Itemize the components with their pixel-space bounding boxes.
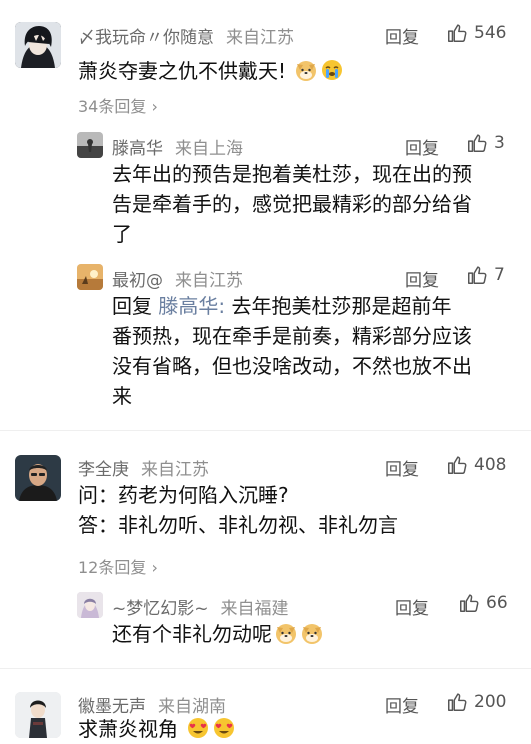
like-count: 66 bbox=[486, 593, 508, 613]
like-count: 408 bbox=[474, 455, 507, 475]
username-text[interactable]: 〆我玩命〃你随意 bbox=[78, 28, 214, 48]
avatar-photo-image bbox=[15, 455, 61, 501]
comment-text-line: 问：药老为何陷入沉睡? bbox=[78, 483, 289, 507]
reply-text-line: 了 bbox=[112, 222, 132, 246]
mentioned-user-link[interactable]: 滕高华: bbox=[158, 294, 225, 318]
avatar-anime-image bbox=[77, 592, 103, 618]
reply-button[interactable]: 回复 bbox=[395, 594, 429, 619]
comment-text: 萧炎夺妻之仇不供戴天! bbox=[78, 56, 344, 86]
more-replies-link[interactable]: 12条回复 › bbox=[78, 554, 158, 578]
thumbs-up-icon bbox=[468, 266, 487, 284]
more-replies-link[interactable]: 34条回复 › bbox=[78, 93, 158, 117]
comment-username[interactable]: 〆我玩命〃你随意 来自江苏 bbox=[78, 23, 294, 48]
comment-username[interactable]: 李全庚 来自江苏 bbox=[78, 455, 209, 480]
location-label: 来自福建 bbox=[220, 599, 289, 619]
reply-text-line: 没有省略，但也没啥改动，不然也放不出 bbox=[112, 354, 472, 378]
location-label: 来自江苏 bbox=[175, 271, 243, 291]
avatar-figure-image bbox=[15, 692, 61, 738]
comment-text-body: 求萧炎视角 bbox=[78, 717, 178, 741]
reply-text-line: 去年出的预告是抱着美杜莎，现在出的预 bbox=[112, 162, 472, 186]
reply-text: 还有个非礼勿动呢 bbox=[112, 619, 324, 649]
like-button[interactable]: 3 bbox=[466, 132, 505, 154]
reply-text-line: 番预热，现在牵手是前奏，精彩部分应该 bbox=[112, 324, 472, 348]
reply-username[interactable]: 最初@ 来自江苏 bbox=[112, 266, 243, 291]
like-count: 7 bbox=[494, 265, 505, 285]
doge-emoji-icon bbox=[296, 61, 317, 81]
location-label: 来自江苏 bbox=[226, 28, 294, 48]
reply-button[interactable]: 回复 bbox=[385, 692, 419, 717]
doge-emoji-icon bbox=[276, 624, 296, 644]
username-text[interactable]: 李全庚 bbox=[78, 460, 129, 480]
reply-text-body: 去年抱美杜莎那是超前年 bbox=[231, 294, 452, 318]
username-text[interactable]: 滕高华 bbox=[112, 139, 163, 159]
heart-eyes-emoji-icon bbox=[214, 718, 235, 738]
reply-prefix: 回复 bbox=[112, 294, 152, 318]
reply-button[interactable]: 回复 bbox=[405, 266, 439, 291]
thumbs-up-icon bbox=[448, 693, 467, 711]
thumbs-up-icon bbox=[448, 456, 467, 474]
like-count: 3 bbox=[494, 133, 505, 153]
avatar[interactable] bbox=[15, 455, 61, 501]
reply-text-line: 回复 滕高华: 去年抱美杜莎那是超前年 bbox=[112, 291, 451, 321]
username-text[interactable]: 最初@ bbox=[112, 271, 163, 291]
reply-button[interactable]: 回复 bbox=[385, 23, 419, 48]
reply-button[interactable]: 回复 bbox=[385, 455, 419, 480]
reply-button[interactable]: 回复 bbox=[405, 134, 439, 159]
like-button[interactable]: 66 bbox=[458, 592, 508, 614]
comment-text: 求萧炎视角 bbox=[78, 714, 236, 744]
avatar-anime-image bbox=[15, 22, 61, 68]
divider bbox=[0, 430, 531, 431]
divider bbox=[0, 668, 531, 669]
doge-emoji-icon bbox=[302, 624, 322, 644]
comment-text-body: 萧炎夺妻之仇不供戴天! bbox=[78, 59, 287, 83]
reply-text-line: 告是牵着手的，感觉把最精彩的部分给省 bbox=[112, 192, 472, 216]
like-count: 546 bbox=[474, 23, 507, 43]
avatar[interactable] bbox=[77, 592, 103, 618]
avatar-landscape-image bbox=[77, 132, 103, 158]
heart-eyes-emoji-icon bbox=[188, 718, 209, 738]
like-button[interactable]: 200 bbox=[446, 691, 506, 713]
avatar[interactable] bbox=[77, 264, 103, 290]
avatar[interactable] bbox=[15, 22, 61, 68]
like-button[interactable]: 546 bbox=[446, 22, 506, 44]
thumbs-up-icon bbox=[448, 24, 467, 42]
avatar[interactable] bbox=[15, 692, 61, 738]
thumbs-up-icon bbox=[460, 594, 479, 612]
chevron-right-icon: › bbox=[146, 97, 158, 116]
username-text[interactable]: ~梦忆幻影~ bbox=[112, 599, 209, 619]
chevron-right-icon: › bbox=[146, 558, 158, 577]
avatar[interactable] bbox=[77, 132, 103, 158]
like-button[interactable]: 7 bbox=[466, 264, 505, 286]
like-button[interactable]: 408 bbox=[446, 454, 506, 476]
more-replies-text[interactable]: 12条回复 bbox=[78, 558, 146, 577]
location-label: 来自上海 bbox=[175, 139, 243, 159]
reply-username[interactable]: 滕高华 来自上海 bbox=[112, 134, 243, 159]
avatar-sunset-image bbox=[77, 264, 103, 290]
like-count: 200 bbox=[474, 692, 507, 712]
more-replies-text[interactable]: 34条回复 bbox=[78, 97, 146, 116]
reply-text-body: 还有个非礼勿动呢 bbox=[112, 622, 272, 646]
reply-text-line: 来 bbox=[112, 384, 132, 408]
reply-username[interactable]: ~梦忆幻影~ 来自福建 bbox=[112, 594, 289, 619]
location-label: 来自江苏 bbox=[141, 460, 209, 480]
crying-emoji-icon bbox=[322, 60, 343, 80]
comment-text-line: 答：非礼勿听、非礼勿视、非礼勿言 bbox=[78, 513, 398, 537]
thumbs-up-icon bbox=[468, 134, 487, 152]
